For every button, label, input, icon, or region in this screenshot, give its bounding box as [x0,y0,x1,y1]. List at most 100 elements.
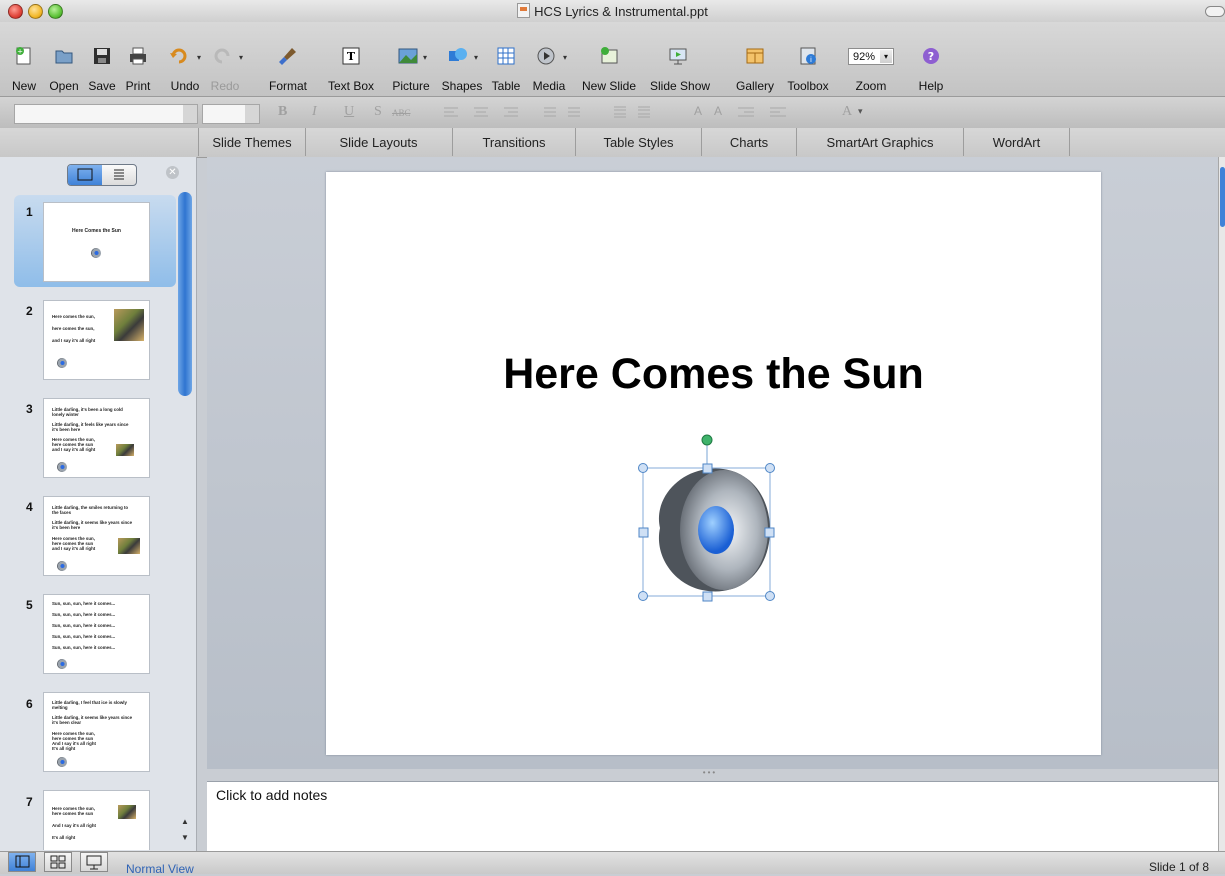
scroll-up-button[interactable]: ▲ [178,815,192,829]
main-scrollbar-thumb[interactable] [1220,167,1225,227]
speaker-icon [57,358,67,368]
tab-slide-themes[interactable]: Slide Themes [198,128,306,156]
picture-dropdown-icon[interactable]: ▾ [423,53,427,62]
thumb-text: Sun, sun, sun, here it comes... [52,645,116,650]
slide-thumbnail-7[interactable]: Here comes the sun, here comes the sun A… [43,790,150,850]
thumbnail-scrollbar-thumb[interactable] [178,192,192,396]
indent-buttons[interactable] [738,106,794,118]
thumb-text: Sun, sun, sun, here it comes... [52,601,116,606]
slide-show-button[interactable]: Slide Show [650,26,710,94]
slides-view-button[interactable] [68,165,102,185]
help-button[interactable]: ? Help [914,26,948,94]
slide-thumbnail-1[interactable]: Here Comes the Sun [43,202,150,282]
thumb-text: Sun, sun, sun, here it comes... [52,634,116,639]
shapes-icon [449,48,467,61]
slide-title[interactable]: Here Comes the Sun [326,350,1101,399]
notes-placeholder[interactable]: Click to add notes [216,787,327,803]
thumb-text: and I say it's all right [52,338,96,343]
open-icon [55,50,73,64]
font-color-dropdown-icon[interactable]: ▾ [858,106,863,117]
normal-view-button[interactable] [8,852,36,872]
slide-thumbnail-2[interactable]: Here comes the sun, here comes the sun, … [43,300,150,380]
presentation-icon [86,855,102,870]
thumb-text: Here comes the sun, [52,314,95,319]
save-icon [94,48,110,64]
font-size-dropdown-icon[interactable] [245,105,259,123]
tab-slide-layouts[interactable]: Slide Layouts [305,128,453,156]
undo-button[interactable]: ▾ Undo [164,26,206,94]
standard-toolbar: + New Open Save Print ▾ Undo ▾ Redo Form… [0,22,1225,97]
tab-transitions[interactable]: Transitions [453,128,576,156]
close-pane-icon[interactable]: ✕ [166,166,179,179]
undo-dropdown-icon[interactable]: ▾ [197,53,201,62]
increase-font-button[interactable]: A [694,104,702,118]
alignment-buttons[interactable] [444,106,530,118]
zoom-dropdown-icon[interactable]: ▾ [880,50,892,63]
thumb-text: Here Comes the Sun [72,228,121,234]
outline-view-button[interactable] [102,165,136,185]
tab-smartart-graphics[interactable]: SmartArt Graphics [797,128,964,156]
shapes-dropdown-icon[interactable]: ▾ [474,53,478,62]
tab-table-styles[interactable]: Table Styles [576,128,702,156]
notes-resize-handle[interactable]: ••• [680,768,740,780]
shapes-button[interactable]: ▾ Shapes [438,26,486,94]
zoom-value: 92% [853,51,876,63]
media-button[interactable]: ▾ Media [526,26,572,94]
shapes-label: Shapes [441,79,483,93]
print-button[interactable]: Print [120,26,156,94]
format-button[interactable]: Format [262,26,314,94]
slide-thumbnail-5[interactable]: Sun, sun, sun, here it comes... Sun, sun… [43,594,150,674]
redo-button[interactable]: ▾ Redo [206,26,244,94]
pane-view-toggle[interactable] [67,164,137,186]
slide-thumbnail-6[interactable]: Little darling, I feel that ice is slowl… [43,692,150,772]
toolbox-button[interactable]: i Toolbox [780,26,836,94]
strikethrough-button[interactable]: ABC [392,108,411,118]
slide-show-view-button[interactable] [80,852,108,872]
underline-button[interactable]: U [344,104,354,120]
speaker-icon [57,757,67,767]
tab-wordart[interactable]: WordArt [964,128,1070,156]
media-dropdown-icon[interactable]: ▾ [563,53,567,62]
zoom-select[interactable]: 92% ▾ [848,48,894,65]
list-buttons[interactable] [540,106,680,118]
slide-thumbnail-4[interactable]: Little darling, the smiles returning to … [43,496,150,576]
gallery-button[interactable]: Gallery [730,26,780,94]
font-size-field[interactable] [202,104,260,124]
open-button[interactable]: Open [44,26,84,94]
font-name-field[interactable] [14,104,198,124]
font-name-dropdown-icon[interactable] [183,105,197,123]
slide-sorter-icon [50,855,66,869]
main-scrollbar[interactable] [1218,157,1225,851]
new-button[interactable]: + New [4,26,44,94]
decrease-font-button[interactable]: A [714,104,722,118]
toolbar-toggle-button[interactable] [1205,6,1225,17]
shadow-button[interactable]: S [374,104,382,120]
help-label: Help [918,79,944,93]
thumb-text: and I say it's all right [52,447,96,452]
thumbnail-photo [118,538,140,554]
scroll-down-button[interactable]: ▼ [178,831,192,845]
new-slide-button[interactable]: New Slide [570,26,648,94]
text-box-button[interactable]: T Text Box [322,26,380,94]
sound-object[interactable] [630,430,790,610]
font-color-button[interactable]: A [842,104,852,120]
zoom-label: Zoom [855,79,887,93]
redo-dropdown-icon[interactable]: ▾ [239,53,243,62]
slide-number: 6 [26,697,33,711]
normal-view-icon [15,855,30,868]
slide-sorter-view-button[interactable] [44,852,72,872]
table-button[interactable]: Table [486,26,526,94]
tab-label: Charts [729,135,769,150]
tab-charts[interactable]: Charts [702,128,797,156]
format-label: Format [268,79,307,93]
slide-thumbnail-3[interactable]: Little darling, it's been a long cold lo… [43,398,150,478]
picture-button[interactable]: ▾ Picture [384,26,438,94]
notes-pane[interactable] [207,781,1218,851]
slides-icon [77,168,93,181]
thumbnail-photo [118,805,136,819]
save-button[interactable]: Save [84,26,120,94]
italic-button[interactable]: I [312,104,317,120]
bold-button[interactable]: B [278,104,287,120]
thumb-text: lonely winter [52,412,79,417]
slide-show-icon [669,48,687,65]
